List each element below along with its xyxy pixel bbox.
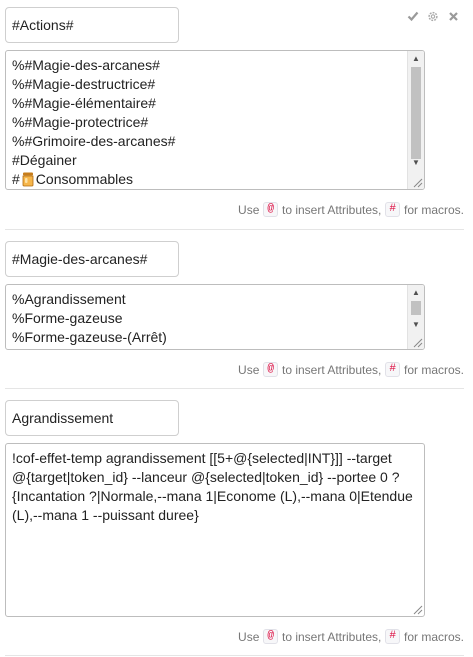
scroll-down-arrow-icon[interactable]: ▼ xyxy=(408,317,424,331)
macro-line: %Agrandissement xyxy=(12,291,126,307)
resize-handle-icon[interactable] xyxy=(411,176,423,188)
scroll-up-arrow-icon[interactable]: ▲ xyxy=(408,51,424,65)
macro-line: %#Magie-élémentaire# xyxy=(12,95,156,111)
macro-section-magie-des-arcanes: #Magie-des-arcanes# %Agrandissement %For… xyxy=(5,230,464,388)
hint-use-text: Use xyxy=(238,362,260,377)
macro-textarea[interactable]: %Agrandissement %Forme-gazeuse %Forme-ga… xyxy=(5,284,425,350)
hint-macro-symbol: # xyxy=(385,629,400,644)
hint-macro-symbol: # xyxy=(385,362,400,377)
hint-macros-text: for macros. xyxy=(403,202,464,217)
section-divider xyxy=(5,655,464,656)
macro-textarea[interactable]: %#Magie-des-arcanes# %#Magie-destructric… xyxy=(5,50,425,190)
macro-hint: Use @ to insert Attributes, # for macros… xyxy=(238,202,464,217)
hint-macros-text: for macros. xyxy=(403,629,464,644)
macro-hint: Use @ to insert Attributes, # for macros… xyxy=(238,362,464,377)
hint-attribute-symbol: @ xyxy=(263,202,278,217)
hint-attributes-text: to insert Attributes, xyxy=(281,202,382,217)
hint-attributes-text: to insert Attributes, xyxy=(281,629,382,644)
macro-section-actions: #Actions# %#Magie-des-arcanes# %#Magie-d… xyxy=(5,0,464,230)
macro-line-prefix: # xyxy=(12,171,20,187)
macro-line: %#Magie-protectrice# xyxy=(12,114,149,130)
macro-name-input[interactable]: #Magie-des-arcanes# xyxy=(5,241,179,277)
macro-name-input[interactable]: #Actions# xyxy=(5,7,179,43)
resize-handle-icon[interactable] xyxy=(411,603,423,615)
hint-attribute-symbol: @ xyxy=(263,362,278,377)
scrollbar[interactable]: ▲ ▼ xyxy=(407,51,424,189)
macro-line: %#Magie-des-arcanes# xyxy=(12,57,160,73)
macro-command-text: !cof-effet-temp agrandissement [[5+@{sel… xyxy=(12,450,417,523)
macro-textarea[interactable]: !cof-effet-temp agrandissement [[5+@{sel… xyxy=(5,443,425,617)
scrollbar-thumb[interactable] xyxy=(411,301,421,315)
hint-use-text: Use xyxy=(238,629,260,644)
potion-jar-icon xyxy=(20,171,36,189)
hint-macro-symbol: # xyxy=(385,202,400,217)
macro-line: # Consommables xyxy=(12,170,400,189)
macro-hint: Use @ to insert Attributes, # for macros… xyxy=(238,629,464,644)
hint-attribute-symbol: @ xyxy=(263,629,278,644)
hint-attributes-text: to insert Attributes, xyxy=(281,362,382,377)
scroll-down-arrow-icon[interactable]: ▼ xyxy=(408,155,424,169)
macro-line: #Dégainer xyxy=(12,152,77,168)
scrollbar-thumb[interactable] xyxy=(411,67,421,159)
macro-line: %Forme-gazeuse xyxy=(12,310,123,326)
macro-section-agrandissement: Agrandissement !cof-effet-temp agrandiss… xyxy=(5,389,464,657)
macro-line-text: Consommables xyxy=(35,171,134,187)
macro-line: %#Grimoire-des-arcanes# xyxy=(12,133,176,149)
macro-line: %Forme-gazeuse-(Arrêt) xyxy=(12,329,167,345)
scroll-up-arrow-icon[interactable]: ▲ xyxy=(408,285,424,299)
hint-use-text: Use xyxy=(238,202,260,217)
macro-line: %#Magie-destructrice# xyxy=(12,76,156,92)
resize-handle-icon[interactable] xyxy=(411,336,423,348)
macro-name-input[interactable]: Agrandissement xyxy=(5,400,179,436)
hint-macros-text: for macros. xyxy=(403,362,464,377)
